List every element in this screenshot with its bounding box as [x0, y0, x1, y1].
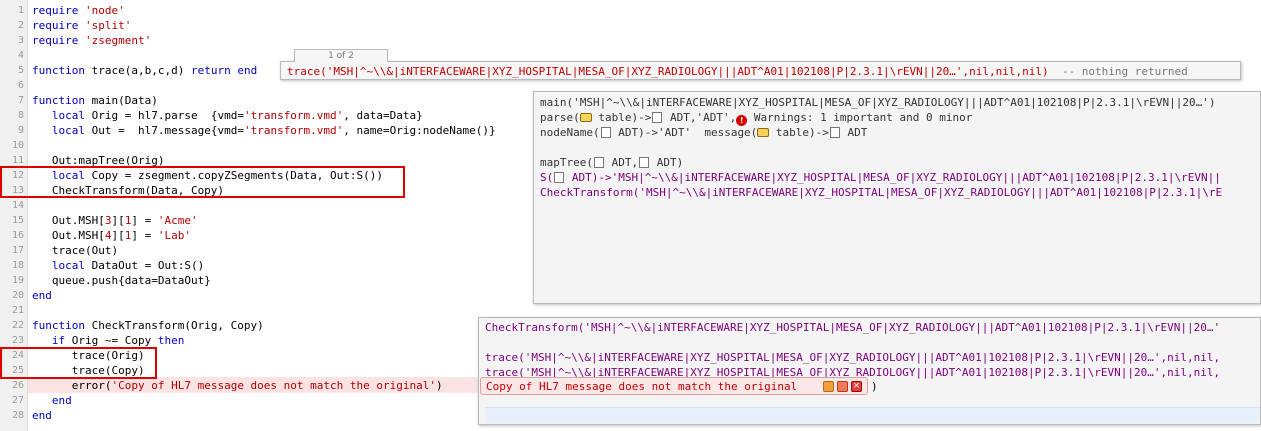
code-line[interactable]: local DataOut = Out:S()	[32, 258, 204, 273]
annotation-counter-tab[interactable]: 1 of 2	[294, 49, 388, 62]
line-number: 26	[11, 380, 24, 391]
error-message-text: Copy of HL7 message does not match the o…	[486, 380, 798, 393]
line-number: 16	[11, 230, 24, 241]
node-icon	[600, 127, 611, 138]
error-message-popup[interactable]: Copy of HL7 message does not match the o…	[480, 377, 878, 395]
line-number: 9	[17, 125, 24, 136]
annotation-selection-bar	[485, 407, 1260, 423]
maptree-call-line: mapTree( ADT, ADT)	[540, 156, 684, 169]
code-line[interactable]: end	[32, 393, 72, 408]
trace-annotation-text: trace('MSH|^~\\&|iNTERFACEWARE|XYZ_HOSPI…	[287, 65, 1049, 78]
line-number: 2	[17, 20, 24, 31]
line-number: 7	[17, 95, 24, 106]
code-line[interactable]: require 'zsegment'	[32, 33, 151, 48]
code-line[interactable]: require 'split'	[32, 18, 131, 33]
code-line[interactable]: function main(Data)	[32, 93, 158, 108]
code-line[interactable]: Out.MSH[3][1] = 'Acme'	[32, 213, 198, 228]
table-icon	[579, 113, 592, 122]
code-line[interactable]: trace(Out)	[32, 243, 118, 258]
checktransform-call-line: CheckTransform('MSH|^~\\&|iNTERFACEWARE|…	[485, 321, 1221, 334]
line-number: 15	[11, 215, 24, 226]
s-call-line: S( ADT)->'MSH|^~\\&|iNTERFACEWARE|XYZ_HO…	[540, 171, 1221, 184]
line-number: 14	[11, 200, 24, 211]
code-line[interactable]: Out.MSH[4][1] = 'Lab'	[32, 228, 191, 243]
node-icon	[639, 157, 650, 168]
checktransform-call-line: CheckTransform('MSH|^~\\&|iNTERFACEWARE|…	[540, 186, 1223, 199]
line-number: 10	[11, 140, 24, 151]
node-icon	[554, 172, 565, 183]
node-icon	[593, 157, 604, 168]
node-icon	[652, 112, 663, 123]
highlight-box-lines-24-25	[0, 347, 157, 379]
line-number: 27	[11, 395, 24, 406]
trace-orig-line: trace('MSH|^~\\&|iNTERFACEWARE|XYZ_HOSPI…	[485, 351, 1221, 364]
highlight-box-lines-12-13	[0, 166, 405, 198]
main-call-line: main('MSH|^~\\&|iNTERFACEWARE|XYZ_HOSPIT…	[540, 96, 1216, 109]
code-line[interactable]: error('Copy of HL7 message does not matc…	[32, 378, 443, 393]
line-number: 5	[17, 65, 24, 76]
error-help-icon[interactable]	[837, 381, 848, 392]
line-number: 22	[11, 320, 24, 331]
line-number: 4	[17, 50, 24, 61]
code-line[interactable]: function trace(a,b,c,d) return end	[32, 63, 257, 78]
line-number: 17	[11, 245, 24, 256]
trace-annotation-popup[interactable]: trace('MSH|^~\\&|iNTERFACEWARE|XYZ_HOSPI…	[280, 61, 1241, 80]
annotation-counter: 1 of 2	[328, 51, 354, 61]
line-number: 21	[11, 305, 24, 316]
code-line[interactable]: require 'node'	[32, 3, 125, 18]
line-number: 18	[11, 260, 24, 271]
checktransform-annotation-popup[interactable]: CheckTransform('MSH|^~\\&|iNTERFACEWARE|…	[478, 317, 1261, 425]
error-close-paren: )	[871, 380, 878, 393]
line-number: 6	[17, 80, 24, 91]
code-line[interactable]: queue.push{data=DataOut}	[32, 273, 211, 288]
error-stack-icon[interactable]	[823, 381, 834, 392]
code-line[interactable]: function CheckTransform(Orig, Copy)	[32, 318, 264, 333]
code-line[interactable]: local Orig = hl7.parse {vmd='transform.v…	[32, 108, 423, 123]
table-icon	[757, 128, 770, 137]
close-icon[interactable]: ×	[851, 381, 862, 392]
line-number: 8	[17, 110, 24, 121]
code-line[interactable]: local Out = hl7.message{vmd='transform.v…	[32, 123, 496, 138]
nodename-call-line: nodeName( ADT)->'ADT' message( table)-> …	[540, 126, 868, 139]
line-number: 28	[11, 410, 24, 421]
node-icon	[829, 127, 840, 138]
code-line[interactable]: if Orig ~= Copy then	[32, 333, 184, 348]
line-number: 1	[17, 5, 24, 16]
code-line[interactable]: end	[32, 288, 52, 303]
trace-annotation-comment: -- nothing returned	[1061, 65, 1188, 78]
code-line[interactable]: end	[32, 408, 52, 423]
line-number: 20	[11, 290, 24, 301]
line-number: 3	[17, 35, 24, 46]
parse-call-line: parse( table)-> ADT,'ADT',! Warnings: 1 …	[540, 111, 973, 126]
main-annotation-popup[interactable]: main('MSH|^~\\&|iNTERFACEWARE|XYZ_HOSPIT…	[533, 91, 1261, 304]
line-number: 23	[11, 335, 24, 346]
line-number: 19	[11, 275, 24, 286]
